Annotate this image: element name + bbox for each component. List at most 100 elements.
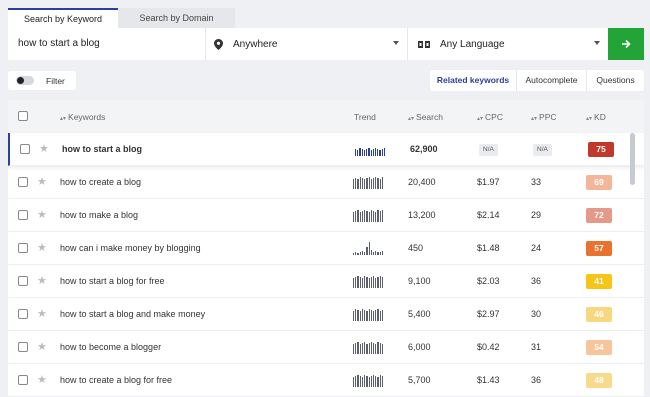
kd-badge: 72 [586, 208, 612, 223]
trend-bar [374, 148, 377, 156]
trend-bar [359, 252, 361, 255]
trend-bar [366, 277, 368, 288]
trend-bar [375, 376, 377, 387]
trend-bar [377, 178, 379, 189]
filter-label: Filter [46, 75, 65, 86]
header-keywords[interactable]: ▴▾ Keywords [60, 112, 105, 122]
language-select[interactable]: Any Language [408, 28, 608, 60]
keyword-cell[interactable]: how to become a blogger [60, 331, 161, 364]
star-icon[interactable]: ★ [37, 241, 47, 255]
sort-icon: ▴▾ [531, 116, 538, 122]
star-icon[interactable]: ★ [37, 175, 47, 189]
trend-bar [355, 277, 357, 288]
row-checkbox[interactable] [18, 243, 28, 253]
table-row[interactable]: ★ how to become a blogger 6,000 $0.42 31 54 [8, 331, 644, 364]
keywords-table: ▴▾ Keywords Trend ▴▾ Search ▴▾ CPC ▴▾ PPC ▴▾… [8, 100, 644, 397]
keyword-cell[interactable]: how to make a blog [60, 199, 138, 232]
trend-bar [361, 377, 364, 387]
trend-bar [361, 149, 363, 156]
cpc-cell: $2.14 [477, 210, 500, 220]
keyword-cell[interactable]: how to create a blog [60, 166, 141, 199]
star-icon[interactable]: ★ [37, 307, 47, 321]
table-row[interactable]: ★ how to start a blog for free 9,100 $2.03 3… [8, 265, 644, 298]
tab-questions[interactable]: Questions [586, 70, 644, 91]
search-volume-cell: 6,000 [408, 342, 431, 352]
trend-bar [363, 150, 366, 156]
cpc-cell: $0.42 [477, 342, 500, 352]
trend-bar [372, 149, 374, 156]
header-search[interactable]: ▴▾ Search [408, 112, 443, 122]
star-icon[interactable]: ★ [37, 373, 47, 387]
cpc-cell: $1.97 [477, 177, 500, 187]
table-row[interactable]: ★ how to create a blog 20,400 $1.97 33 69 [8, 166, 644, 199]
trend-sparkline [353, 275, 384, 288]
row-checkbox[interactable] [18, 210, 28, 220]
trend-bar [377, 149, 379, 156]
row-checkbox[interactable] [18, 342, 28, 352]
tab-search-by-keyword[interactable]: Search by Keyword [8, 8, 118, 28]
star-icon[interactable]: ★ [37, 340, 47, 354]
table-body: ★ how to start a blog 62,900 N/A N/A 75 ★ how t… [8, 133, 644, 397]
select-all-checkbox[interactable] [18, 111, 28, 121]
keyword-input[interactable]: how to start a blog [8, 28, 206, 60]
trend-bar [381, 376, 384, 387]
location-select[interactable]: Anywhere [206, 28, 408, 60]
trend-bar [375, 278, 377, 288]
cpc-cell: $2.97 [477, 309, 500, 319]
ppc-cell: 31 [531, 342, 542, 352]
trend-bar [364, 276, 366, 288]
filter-toggle[interactable]: Filter [8, 71, 76, 90]
trend-bar [368, 148, 370, 156]
tab-search-by-domain[interactable]: Search by Domain [118, 8, 235, 28]
tab-autocomplete[interactable]: Autocomplete [516, 70, 586, 91]
trend-bar [379, 179, 381, 189]
toggle-switch[interactable] [16, 76, 34, 85]
trend-bar [361, 211, 364, 222]
location-pin-icon [214, 38, 223, 50]
trend-bar [381, 210, 384, 222]
cpc-cell: $1.48 [477, 243, 500, 253]
keyword-cell[interactable]: how can i make money by blogging [60, 232, 201, 265]
header-kd[interactable]: ▴▾ KD [586, 112, 606, 122]
table-row[interactable]: ★ how to start a blog and make money 5,400… [8, 298, 644, 331]
trend-bar [361, 343, 364, 354]
trend-bar [370, 210, 372, 222]
trend-bar [359, 177, 361, 189]
trend-bar [372, 276, 375, 288]
table-row[interactable]: ★ how to create a blog for free 5,700 $1.43… [8, 364, 644, 397]
row-checkbox[interactable] [18, 276, 28, 286]
trend-sparkline [353, 209, 384, 222]
keyword-cell[interactable]: how to start a blog and make money [60, 298, 205, 331]
tab-related-keywords[interactable]: Related keywords [430, 70, 516, 91]
trend-bar [353, 179, 355, 189]
table-row[interactable]: ★ how can i make money by blogging 450 $1.4… [8, 232, 644, 265]
trend-bar [364, 342, 366, 354]
header-cpc[interactable]: ▴▾ CPC [477, 112, 503, 122]
sort-icon: ▴▾ [408, 116, 415, 122]
table-scrollbar[interactable] [630, 133, 635, 185]
star-icon[interactable]: ★ [37, 274, 47, 288]
trend-bar [370, 250, 372, 255]
row-checkbox[interactable] [18, 177, 28, 187]
trend-bar [366, 247, 368, 255]
trend-bar [355, 376, 357, 387]
trend-bar [353, 278, 355, 288]
trend-bar [359, 277, 361, 288]
keyword-cell[interactable]: how to start a blog [62, 133, 142, 166]
trend-bar [368, 177, 370, 189]
trend-bar [370, 342, 372, 354]
row-checkbox[interactable] [18, 375, 28, 385]
keyword-cell[interactable]: how to start a blog for free [60, 265, 165, 298]
trend-sparkline [353, 341, 384, 354]
trend-bar [377, 342, 379, 354]
header-ppc[interactable]: ▴▾ PPC [531, 112, 557, 122]
row-checkbox[interactable] [20, 144, 30, 154]
row-checkbox[interactable] [18, 309, 28, 319]
trend-bar [368, 377, 370, 387]
search-submit-button[interactable] [608, 28, 644, 60]
keyword-cell[interactable]: how to create a blog for free [60, 364, 172, 397]
star-icon[interactable]: ★ [37, 208, 47, 222]
table-row[interactable]: ★ how to make a blog 13,200 $2.14 29 72 [8, 199, 644, 232]
table-row[interactable]: ★ how to start a blog 62,900 N/A N/A 75 [8, 133, 644, 166]
star-icon[interactable]: ★ [39, 142, 49, 156]
